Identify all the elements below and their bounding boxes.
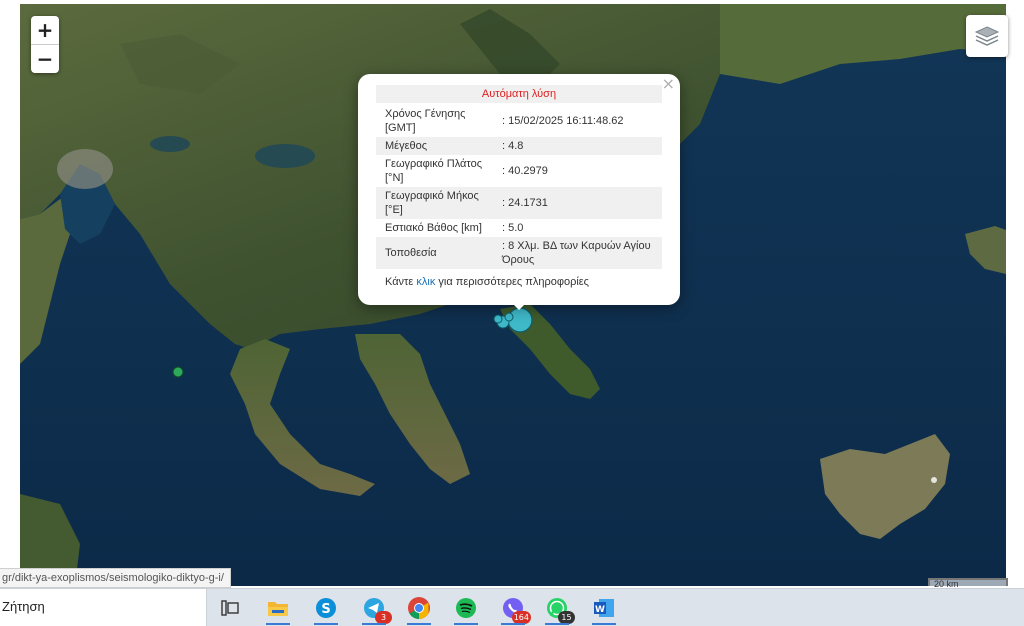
footer-text-before: Κάντε	[385, 276, 417, 288]
scale-bar: 20 km	[928, 578, 1008, 589]
layers-icon	[974, 26, 1000, 46]
info-row-depth: Εστιακό Βάθος [km] : 5.0	[376, 219, 662, 237]
info-row-longitude: Γεωγραφικό Μήκος [°E] : 24.1731	[376, 187, 662, 219]
viber-button[interactable]: 164	[498, 593, 531, 625]
zoom-control: + −	[31, 16, 59, 73]
status-url: gr/dikt-ya-exoplismos/seismologiko-dikty…	[0, 568, 231, 588]
info-row-origin-time: Χρόνος Γένησης [GMT] : 15/02/2025 16:11:…	[376, 105, 662, 137]
word-icon: W	[594, 599, 614, 617]
info-value: : 5.0	[499, 219, 662, 237]
info-value: : 4.8	[499, 137, 662, 155]
footer-text-after: για περισσότερες πληροφορίες	[435, 276, 589, 288]
search-text: Ζήτηση	[2, 599, 45, 614]
svg-text:W: W	[595, 605, 605, 615]
info-row-latitude: Γεωγραφικό Πλάτος [°N] : 40.2979	[376, 155, 662, 187]
viber-badge: 164	[511, 611, 531, 624]
popup-tip	[509, 300, 529, 310]
more-info-link[interactable]: κλικ	[416, 276, 435, 288]
info-label: Τοποθεσία	[376, 237, 499, 269]
chrome-button[interactable]	[404, 593, 434, 625]
earthquake-info-table: Χρόνος Γένησης [GMT] : 15/02/2025 16:11:…	[376, 105, 662, 269]
taskbar-search-box[interactable]: Ζήτηση	[0, 589, 207, 626]
file-explorer-icon	[268, 602, 288, 616]
telegram-button[interactable]: 3	[359, 593, 392, 625]
skype-icon: S	[316, 598, 336, 618]
chrome-icon	[408, 597, 430, 619]
info-label: Χρόνος Γένησης [GMT]	[376, 105, 499, 137]
task-view-button[interactable]	[215, 593, 245, 623]
info-row-magnitude: Μέγεθος : 4.8	[376, 137, 662, 155]
taskbar: Ζήτηση S 3 164 15 W	[0, 588, 1024, 626]
task-view-icon	[221, 600, 239, 616]
file-explorer-button[interactable]	[263, 593, 293, 625]
earthquake-popup: × Αυτόματη λύση Χρόνος Γένησης [GMT] : 1…	[358, 74, 680, 305]
zoom-in-button[interactable]: +	[31, 16, 59, 44]
word-button[interactable]: W	[589, 593, 619, 625]
popup-footer: Κάντε κλικ για περισσότερες πληροφορίες	[385, 276, 589, 288]
spotify-button[interactable]	[451, 593, 481, 625]
info-value: : 24.1731	[499, 187, 662, 219]
zoom-out-button[interactable]: −	[31, 44, 59, 73]
popup-close-button[interactable]: ×	[662, 76, 675, 92]
info-label: Μέγεθος	[376, 137, 499, 155]
info-label: Γεωγραφικό Πλάτος [°N]	[376, 155, 499, 187]
popup-title: Αυτόματη λύση	[376, 85, 662, 103]
info-label: Γεωγραφικό Μήκος [°E]	[376, 187, 499, 219]
svg-text:S: S	[321, 602, 330, 617]
spotify-icon	[456, 598, 476, 618]
whatsapp-button[interactable]: 15	[542, 593, 575, 625]
info-row-location: Τοποθεσία : 8 Χλμ. ΒΔ των Καρυών Αγίου Ό…	[376, 237, 662, 269]
info-value: : 15/02/2025 16:11:48.62	[499, 105, 662, 137]
info-label: Εστιακό Βάθος [km]	[376, 219, 499, 237]
skype-button[interactable]: S	[311, 593, 341, 625]
layers-button[interactable]	[966, 15, 1008, 57]
whatsapp-badge: 15	[558, 611, 575, 624]
info-value: : 40.2979	[499, 155, 662, 187]
telegram-badge: 3	[375, 611, 392, 624]
info-value: : 8 Χλμ. ΒΔ των Καρυών Αγίου Όρους	[499, 237, 662, 269]
